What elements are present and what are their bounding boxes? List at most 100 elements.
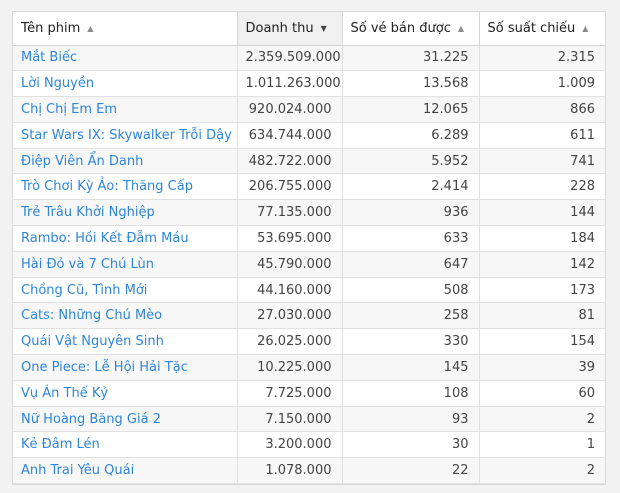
screenings-cell: 144	[479, 199, 605, 227]
film-title-cell[interactable]: Trẻ Trâu Khởi Nghiệp	[13, 199, 238, 227]
film-title-link[interactable]: Vụ Án Thế Kỷ	[21, 386, 108, 401]
film-title-cell[interactable]: Trò Chơi Kỳ Ảo: Thăng Cấp	[13, 173, 238, 201]
sort-up-icon: ▲	[87, 23, 94, 33]
screenings-cell: 184	[479, 225, 605, 252]
film-title-cell[interactable]: Anh Trai Yêu Quái	[13, 457, 238, 484]
revenue-cell: 1.011.263.000	[237, 70, 343, 98]
tickets-sold-cell: 22	[342, 457, 480, 484]
screenings-cell: 611	[479, 122, 605, 149]
sort-up-icon: ▲	[457, 23, 464, 33]
tickets-sold-cell: 5.952	[342, 148, 480, 175]
column-header-label: Doanh thu	[245, 20, 314, 36]
table-row: Trò Chơi Kỳ Ảo: Thăng Cấp 206.755.000 2.41…	[13, 173, 605, 201]
screenings-cell: 866	[479, 96, 605, 123]
column-header-tickets-sold[interactable]: Số vé bán được ▲	[342, 12, 480, 46]
film-title-cell[interactable]: Rambo: Hồi Kết Đẫm Máu	[13, 225, 238, 252]
tickets-sold-cell: 30	[342, 431, 480, 459]
table-row: Quái Vật Nguyên Sinh 26.025.000 330 154	[13, 328, 605, 356]
table-row: Lời Nguyền 1.011.263.000 13.568 1.009	[13, 70, 605, 98]
film-title-cell[interactable]: Lời Nguyền	[13, 70, 238, 98]
sort-down-icon: ▼	[320, 23, 327, 33]
film-title-link[interactable]: Lời Nguyền	[21, 76, 94, 91]
tickets-sold-cell: 93	[342, 406, 480, 433]
table-header: Tên phim ▲ Doanh thu ▼ Số vé bán được ▲ Số …	[13, 12, 605, 46]
film-title-link[interactable]: Quái Vật Nguyên Sinh	[21, 334, 164, 349]
film-title-cell[interactable]: Chồng Cũ, Tình Mới	[13, 277, 238, 304]
revenue-cell: 7.725.000	[237, 380, 343, 407]
film-title-link[interactable]: Chị Chị Em Em	[21, 102, 117, 117]
table-row: Star Wars IX: Skywalker Trỗi Dậy 634.744.…	[13, 122, 605, 149]
column-header-label: Số vé bán được	[350, 20, 451, 36]
screenings-cell: 1	[479, 431, 605, 459]
table-row: Nữ Hoàng Băng Giá 2 7.150.000 93 2	[13, 406, 605, 433]
film-title-cell[interactable]: Kẻ Đâm Lén	[13, 431, 238, 459]
column-header-label: Số suất chiếu	[487, 20, 576, 36]
table-row: Rambo: Hồi Kết Đẫm Máu 53.695.000 633 184	[13, 225, 605, 252]
revenue-cell: 7.150.000	[237, 406, 343, 433]
revenue-cell: 2.359.509.000	[237, 45, 343, 72]
table-row: Chồng Cũ, Tình Mới 44.160.000 508 173	[13, 277, 605, 304]
film-title-link[interactable]: One Piece: Lễ Hội Hải Tặc	[21, 360, 188, 375]
revenue-cell: 45.790.000	[237, 251, 343, 278]
film-title-link[interactable]: Kẻ Đâm Lén	[21, 437, 100, 452]
box-office-table: Tên phim ▲ Doanh thu ▼ Số vé bán được ▲ Số …	[13, 12, 605, 484]
film-title-link[interactable]: Cats: Những Chú Mèo	[21, 308, 162, 323]
table-row: Trẻ Trâu Khởi Nghiệp 77.135.000 936 144	[13, 199, 605, 227]
column-header-screenings[interactable]: Số suất chiếu ▲	[479, 12, 605, 46]
film-title-link[interactable]: Anh Trai Yêu Quái	[21, 463, 134, 478]
tickets-sold-cell: 936	[342, 199, 480, 227]
film-title-cell[interactable]: Hài Đỏ và 7 Chú Lùn	[13, 251, 238, 278]
screenings-cell: 81	[479, 302, 605, 330]
table-row: Anh Trai Yêu Quái 1.078.000 22 2	[13, 457, 605, 484]
tickets-sold-cell: 13.568	[342, 70, 480, 98]
tickets-sold-cell: 145	[342, 354, 480, 381]
film-title-link[interactable]: Star Wars IX: Skywalker Trỗi Dậy	[21, 128, 232, 143]
tickets-sold-cell: 108	[342, 380, 480, 407]
film-title-cell[interactable]: Vụ Án Thế Kỷ	[13, 380, 238, 407]
film-title-link[interactable]: Hài Đỏ và 7 Chú Lùn	[21, 257, 154, 272]
table-row: Kẻ Đâm Lén 3.200.000 30 1	[13, 431, 605, 459]
film-title-link[interactable]: Rambo: Hồi Kết Đẫm Máu	[21, 231, 189, 246]
film-title-link[interactable]: Trò Chơi Kỳ Ảo: Thăng Cấp	[21, 179, 193, 194]
revenue-cell: 53.695.000	[237, 225, 343, 252]
column-header-film-title[interactable]: Tên phim ▲	[13, 12, 238, 46]
film-title-link[interactable]: Điệp Viên Ẩn Danh	[21, 154, 143, 169]
table-body: Mắt Biếc 2.359.509.000 31.225 2.315 Lời Nguy…	[13, 45, 605, 484]
revenue-cell: 634.744.000	[237, 122, 343, 149]
sort-up-icon: ▲	[582, 23, 589, 33]
revenue-cell: 1.078.000	[237, 457, 343, 484]
table-row: Chị Chị Em Em 920.024.000 12.065 866	[13, 96, 605, 123]
table-row: Vụ Án Thế Kỷ 7.725.000 108 60	[13, 380, 605, 407]
revenue-cell: 3.200.000	[237, 431, 343, 459]
film-title-cell[interactable]: One Piece: Lễ Hội Hải Tặc	[13, 354, 238, 381]
revenue-cell: 920.024.000	[237, 96, 343, 123]
film-title-cell[interactable]: Cats: Những Chú Mèo	[13, 302, 238, 330]
film-title-link[interactable]: Trẻ Trâu Khởi Nghiệp	[21, 205, 155, 220]
tickets-sold-cell: 12.065	[342, 96, 480, 123]
column-header-revenue[interactable]: Doanh thu ▼	[237, 12, 343, 46]
screenings-cell: 154	[479, 328, 605, 356]
film-title-link[interactable]: Mắt Biếc	[21, 50, 77, 65]
table-row: Cats: Những Chú Mèo 27.030.000 258 81	[13, 302, 605, 330]
film-title-cell[interactable]: Mắt Biếc	[13, 45, 238, 72]
revenue-cell: 44.160.000	[237, 277, 343, 304]
film-title-cell[interactable]: Nữ Hoàng Băng Giá 2	[13, 406, 238, 433]
screenings-cell: 2	[479, 457, 605, 484]
film-title-link[interactable]: Chồng Cũ, Tình Mới	[21, 283, 147, 298]
tickets-sold-cell: 647	[342, 251, 480, 278]
column-header-label: Tên phim	[21, 20, 81, 36]
film-title-cell[interactable]: Chị Chị Em Em	[13, 96, 238, 123]
screenings-cell: 741	[479, 148, 605, 175]
revenue-cell: 206.755.000	[237, 173, 343, 201]
film-title-link[interactable]: Nữ Hoàng Băng Giá 2	[21, 412, 161, 427]
film-title-cell[interactable]: Điệp Viên Ẩn Danh	[13, 148, 238, 175]
revenue-cell: 482.722.000	[237, 148, 343, 175]
screenings-cell: 2.315	[479, 45, 605, 72]
film-title-cell[interactable]: Star Wars IX: Skywalker Trỗi Dậy	[13, 122, 238, 149]
tickets-sold-cell: 633	[342, 225, 480, 252]
film-title-cell[interactable]: Quái Vật Nguyên Sinh	[13, 328, 238, 356]
table-row: Điệp Viên Ẩn Danh 482.722.000 5.952 741	[13, 148, 605, 175]
revenue-cell: 10.225.000	[237, 354, 343, 381]
table-row: Hài Đỏ và 7 Chú Lùn 45.790.000 647 142	[13, 251, 605, 278]
table-row: One Piece: Lễ Hội Hải Tặc 10.225.000 145 39	[13, 354, 605, 381]
